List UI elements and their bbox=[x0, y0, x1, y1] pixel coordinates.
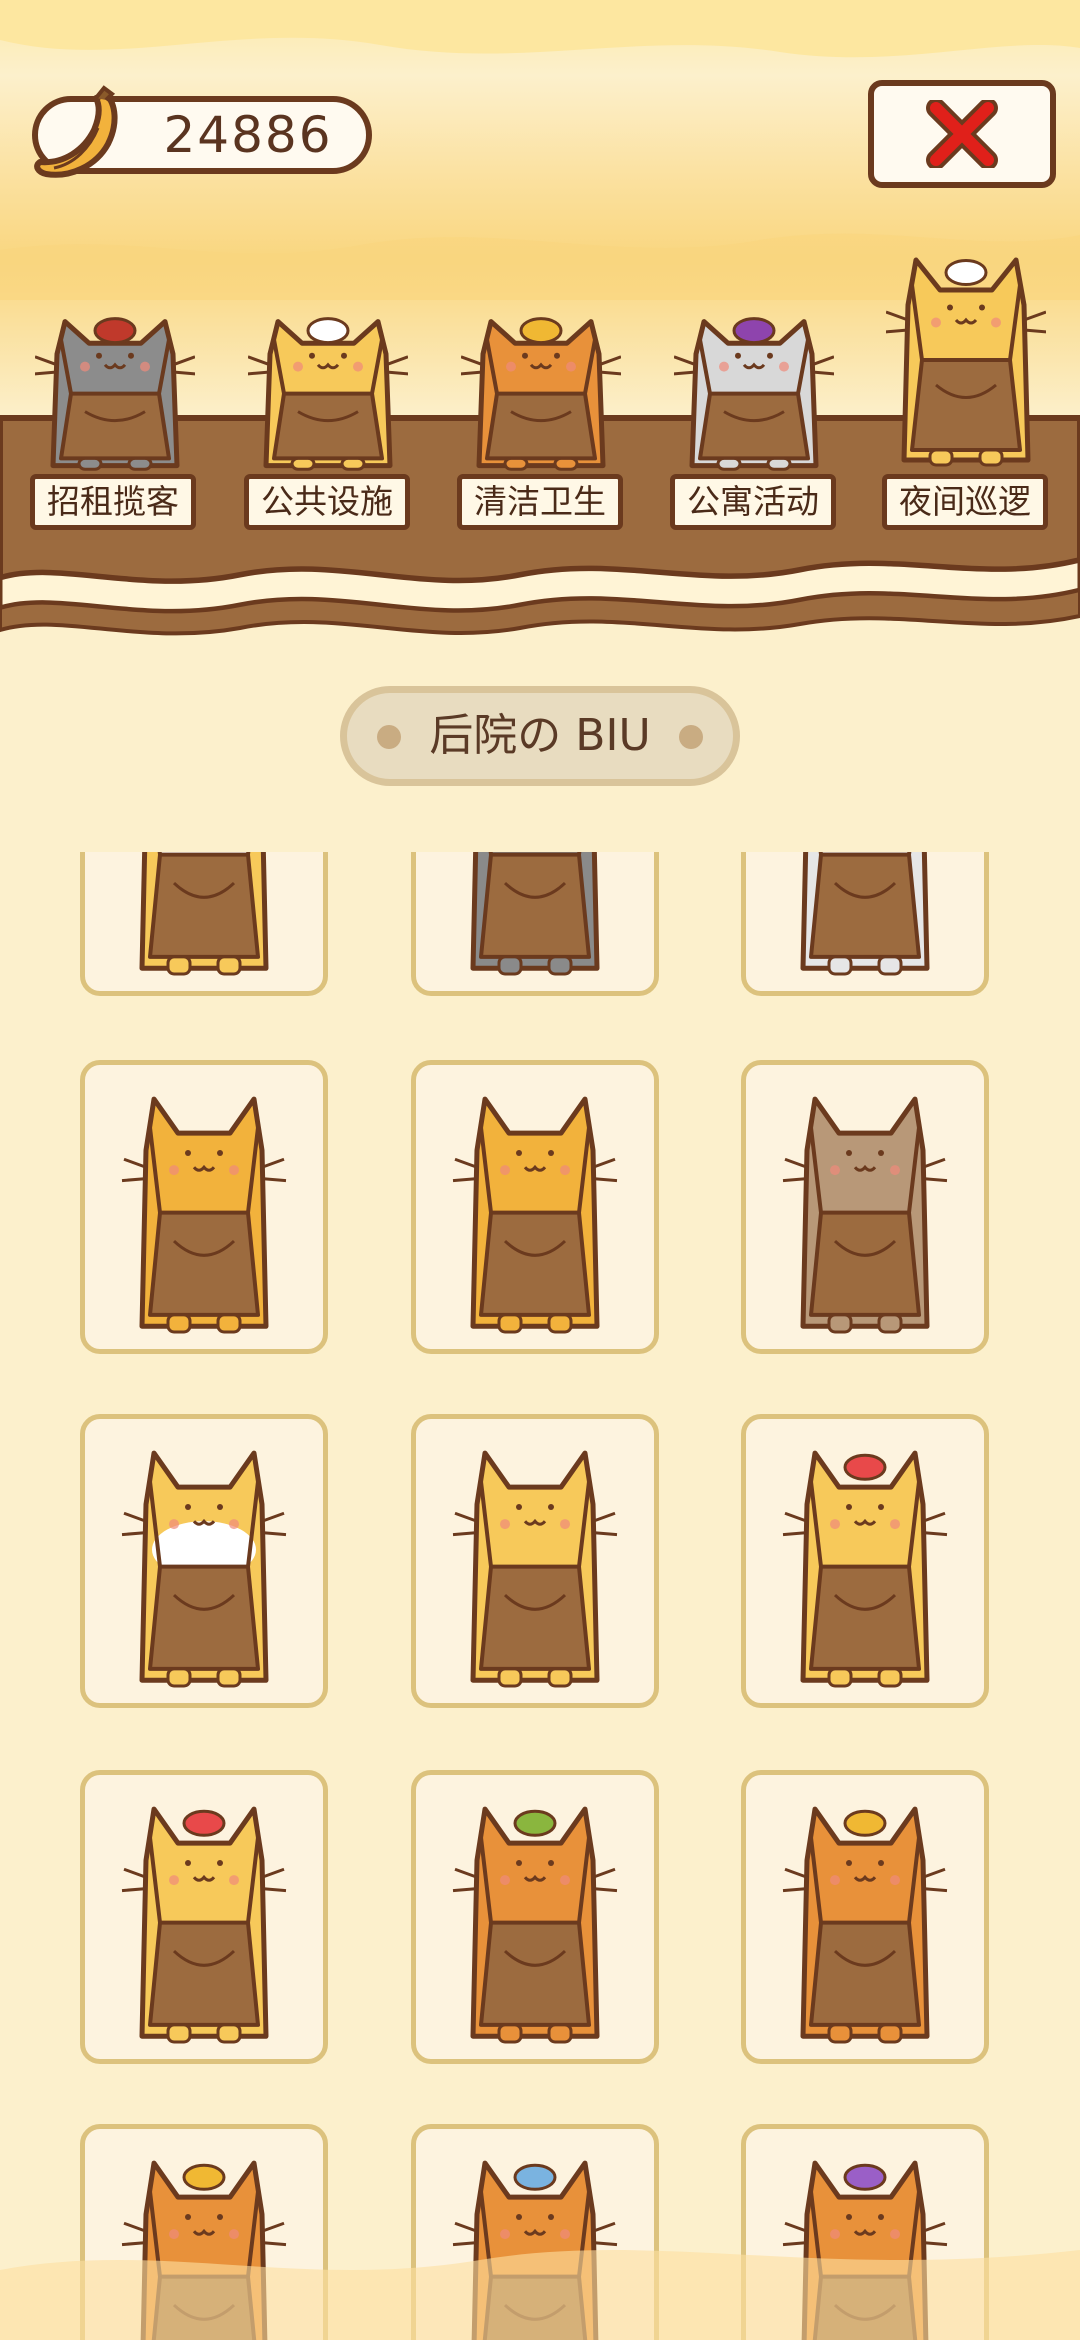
cat-figure bbox=[800, 852, 930, 976]
cat-figure bbox=[452, 1450, 618, 1688]
cat-card[interactable] bbox=[411, 1770, 659, 2064]
category-tab-activities[interactable]: 公寓活动 bbox=[670, 474, 836, 530]
cat-card[interactable] bbox=[80, 1060, 328, 1354]
cat-card[interactable] bbox=[411, 1414, 659, 1708]
cat-figure bbox=[121, 1096, 287, 1334]
close-icon bbox=[926, 100, 998, 168]
cat-grid bbox=[0, 852, 1080, 2340]
category-tab-cleaning[interactable]: 清洁卫生 bbox=[457, 474, 623, 530]
category-tab-facilities[interactable]: 公共设施 bbox=[244, 474, 410, 530]
cat-card[interactable] bbox=[411, 1060, 659, 1354]
shelf-cat-figure[interactable] bbox=[671, 300, 837, 480]
shelf-cat-figure[interactable] bbox=[883, 230, 1049, 480]
shelf-cat-figure[interactable] bbox=[32, 300, 198, 480]
cat-figure bbox=[121, 1806, 287, 2044]
category-tab-leasing[interactable]: 招租揽客 bbox=[30, 474, 196, 530]
category-tab-night-patrol[interactable]: 夜间巡逻 bbox=[882, 474, 1048, 530]
cat-figure bbox=[782, 1096, 948, 1334]
cat-figure bbox=[121, 1450, 287, 1688]
cat-figure bbox=[139, 852, 269, 976]
pill-dot-right bbox=[679, 725, 703, 749]
close-button[interactable] bbox=[868, 80, 1056, 188]
cat-card[interactable] bbox=[741, 1414, 989, 1708]
cat-figure bbox=[452, 1096, 618, 1334]
cat-card[interactable] bbox=[741, 852, 989, 996]
section-title: 后院の BIU bbox=[429, 710, 651, 761]
shelf-cat-figure[interactable] bbox=[458, 300, 624, 480]
cat-card[interactable] bbox=[80, 852, 328, 996]
section-title-badge: 后院の BIU bbox=[340, 686, 740, 786]
cat-card[interactable] bbox=[80, 1770, 328, 2064]
cat-figure bbox=[452, 1806, 618, 2044]
cat-card[interactable] bbox=[411, 852, 659, 996]
bottom-wave-decoration bbox=[0, 2250, 1080, 2340]
cat-card[interactable] bbox=[741, 1060, 989, 1354]
currency-amount: 24886 bbox=[163, 106, 333, 164]
cat-figure bbox=[470, 852, 600, 976]
cat-card[interactable] bbox=[741, 1770, 989, 2064]
shelf-cat-figure[interactable] bbox=[245, 300, 411, 480]
cat-figure bbox=[782, 1806, 948, 2044]
cat-figure bbox=[782, 1450, 948, 1688]
cat-card[interactable] bbox=[80, 1414, 328, 1708]
banana-icon bbox=[34, 85, 118, 178]
